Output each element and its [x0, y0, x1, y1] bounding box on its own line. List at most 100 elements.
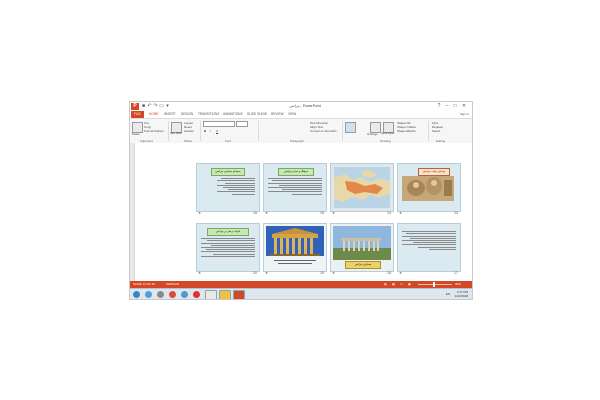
- slide-star-icon: ★: [265, 271, 269, 275]
- powerpoint-app-icon[interactable]: P: [131, 103, 139, 110]
- format-painter-button[interactable]: Format Painter: [144, 129, 164, 133]
- ribbon-separator: [258, 121, 259, 141]
- windows-taskbar: EN 3:17 PM 1/22/2018: [130, 288, 472, 299]
- slide-title: معماری بیزانس: [345, 261, 381, 269]
- ribbon-separator: [200, 121, 201, 141]
- map-image: [334, 167, 390, 208]
- tab-file[interactable]: FILE: [131, 111, 144, 118]
- powerpoint-taskbar-icon[interactable]: [233, 290, 245, 299]
- start-button-icon[interactable]: [133, 291, 140, 298]
- app-icon[interactable]: [181, 291, 188, 298]
- zoom-level[interactable]: 39%: [455, 281, 461, 288]
- redo-icon[interactable]: ↷: [153, 104, 158, 109]
- slide-star-icon: ★: [265, 211, 269, 215]
- shape-effects-button[interactable]: Shape Effects: [397, 129, 416, 133]
- slide-star-icon: ★: [399, 271, 403, 275]
- start-slideshow-icon[interactable]: ▭: [159, 104, 164, 109]
- slide-title: ادبیات و هنر در بیزانس: [207, 228, 249, 236]
- bold-button[interactable]: B: [204, 129, 206, 133]
- slide-thumbnail[interactable]: پیدایش دولت بیزانس: [397, 163, 461, 212]
- slide-star-icon: ★: [198, 271, 202, 275]
- mosaic-image: [402, 176, 454, 201]
- slide-thumbnail[interactable]: ادبیات و هنر در بیزانس: [196, 223, 260, 272]
- language-indicator[interactable]: EN: [446, 292, 450, 296]
- title-bar: P ■ ↶ ↷ ▭ ▾ بیزانس - PowerPoint ? – □ ✕: [130, 102, 472, 111]
- tab-transitions[interactable]: TRANSITIONS: [198, 111, 219, 118]
- slide-number: 18: [387, 271, 391, 275]
- slide-star-icon: ★: [332, 271, 336, 275]
- folder-icon[interactable]: [219, 290, 231, 299]
- opera-icon[interactable]: [193, 291, 200, 298]
- slide-text: [201, 237, 255, 258]
- slide-sorter-view-icon[interactable]: ▦: [392, 281, 395, 288]
- slide-number: 17: [454, 271, 458, 275]
- tab-animations[interactable]: ANIMATIONS: [223, 111, 243, 118]
- ribbon-separator: [428, 121, 429, 141]
- clock-date: 1/22/2018: [454, 294, 468, 298]
- ribbon: Paste Cut Copy Format Painter Clipboard …: [130, 118, 472, 144]
- tab-insert[interactable]: INSERT: [164, 111, 176, 118]
- status-bar: SLIDE 13 OF 26 PERSIAN ▤ ▦ ▭ ▣ 39%: [130, 281, 472, 288]
- reading-view-icon[interactable]: ▭: [400, 281, 403, 288]
- normal-view-icon[interactable]: ▤: [384, 281, 387, 288]
- slide-title: فرهنگ و تمدن بیزانس: [278, 168, 314, 176]
- tab-design[interactable]: DESIGN: [181, 111, 193, 118]
- slide-thumbnail[interactable]: [397, 223, 461, 272]
- slide-number: 13: [454, 211, 458, 215]
- minimize-button[interactable]: –: [443, 103, 451, 110]
- maximize-button[interactable]: □: [451, 103, 459, 110]
- tab-slide-show[interactable]: SLIDE SHOW: [247, 111, 267, 118]
- slide-thumbnail[interactable]: [263, 223, 327, 272]
- slide-text: [217, 177, 255, 196]
- tab-review[interactable]: REVIEW: [271, 111, 284, 118]
- underline-button[interactable]: U: [216, 129, 218, 133]
- convert-smartart-button[interactable]: Convert to SmartArt: [310, 129, 337, 133]
- select-button[interactable]: Select: [432, 129, 440, 133]
- quick-styles-button[interactable]: Quick Styles: [381, 132, 394, 136]
- section-button[interactable]: Section: [184, 129, 194, 133]
- slideshow-view-icon[interactable]: ▣: [408, 281, 411, 288]
- undo-icon[interactable]: ↶: [147, 104, 152, 109]
- slide-number: 16: [253, 211, 257, 215]
- font-size-box[interactable]: [236, 121, 248, 127]
- help-button[interactable]: ?: [435, 103, 443, 110]
- internet-explorer-icon[interactable]: [145, 291, 152, 298]
- slide-star-icon: ★: [332, 211, 336, 215]
- slide-star-icon: ★: [198, 211, 202, 215]
- language-status[interactable]: PERSIAN: [166, 281, 179, 288]
- powerpoint-window: P ■ ↶ ↷ ▭ ▾ بیزانس - PowerPoint ? – □ ✕ …: [129, 101, 473, 300]
- qat-customize-icon[interactable]: ▾: [165, 104, 170, 109]
- shapes-gallery-icon[interactable]: [345, 122, 356, 133]
- italic-button[interactable]: I: [210, 129, 211, 133]
- tab-view[interactable]: VIEW: [288, 111, 296, 118]
- slide-text: [402, 230, 456, 251]
- slide-number: 19: [320, 271, 324, 275]
- ribbon-tabs: FILE HOME INSERT DESIGN TRANSITIONS ANIM…: [130, 111, 472, 119]
- slide-thumbnail[interactable]: فرهنگ و تمدن بیزانس: [263, 163, 327, 212]
- slide-number: 20: [253, 271, 257, 275]
- slide-star-icon: ★: [399, 211, 403, 215]
- taskbar-clock[interactable]: 3:17 PM 1/22/2018: [455, 290, 468, 298]
- slide-title: سیستم سیاسی بیزانس: [211, 168, 245, 176]
- slide-thumbnail[interactable]: معماری بیزانس: [330, 223, 394, 272]
- zoom-slider[interactable]: [418, 284, 452, 285]
- font-name-box[interactable]: [203, 121, 235, 127]
- ribbon-separator: [342, 121, 343, 141]
- slide-sorter: سیستم سیاسی بیزانس 16 ★ فرهنگ و تمدن بیز…: [135, 143, 472, 281]
- slide-thumbnail[interactable]: [330, 163, 394, 212]
- file-explorer-icon[interactable]: [205, 290, 217, 299]
- slide-count-status: SLIDE 13 OF 26: [133, 282, 156, 286]
- chrome-icon[interactable]: [169, 291, 176, 298]
- slide-thumbnail[interactable]: سیستم سیاسی بیزانس: [196, 163, 260, 212]
- new-slide-label[interactable]: New Slide: [170, 132, 182, 135]
- arrange-button[interactable]: Arrange: [367, 132, 378, 136]
- close-button[interactable]: ✕: [460, 103, 468, 110]
- ribbon-separator: [168, 121, 169, 141]
- slide-text: [268, 177, 322, 196]
- media-player-icon[interactable]: [157, 291, 164, 298]
- slide-number: 15: [320, 211, 324, 215]
- paste-label[interactable]: Paste: [132, 132, 140, 136]
- save-icon[interactable]: ■: [141, 104, 146, 109]
- zoom-slider-thumb[interactable]: [433, 282, 435, 287]
- sign-in-link[interactable]: Sign in: [460, 111, 469, 118]
